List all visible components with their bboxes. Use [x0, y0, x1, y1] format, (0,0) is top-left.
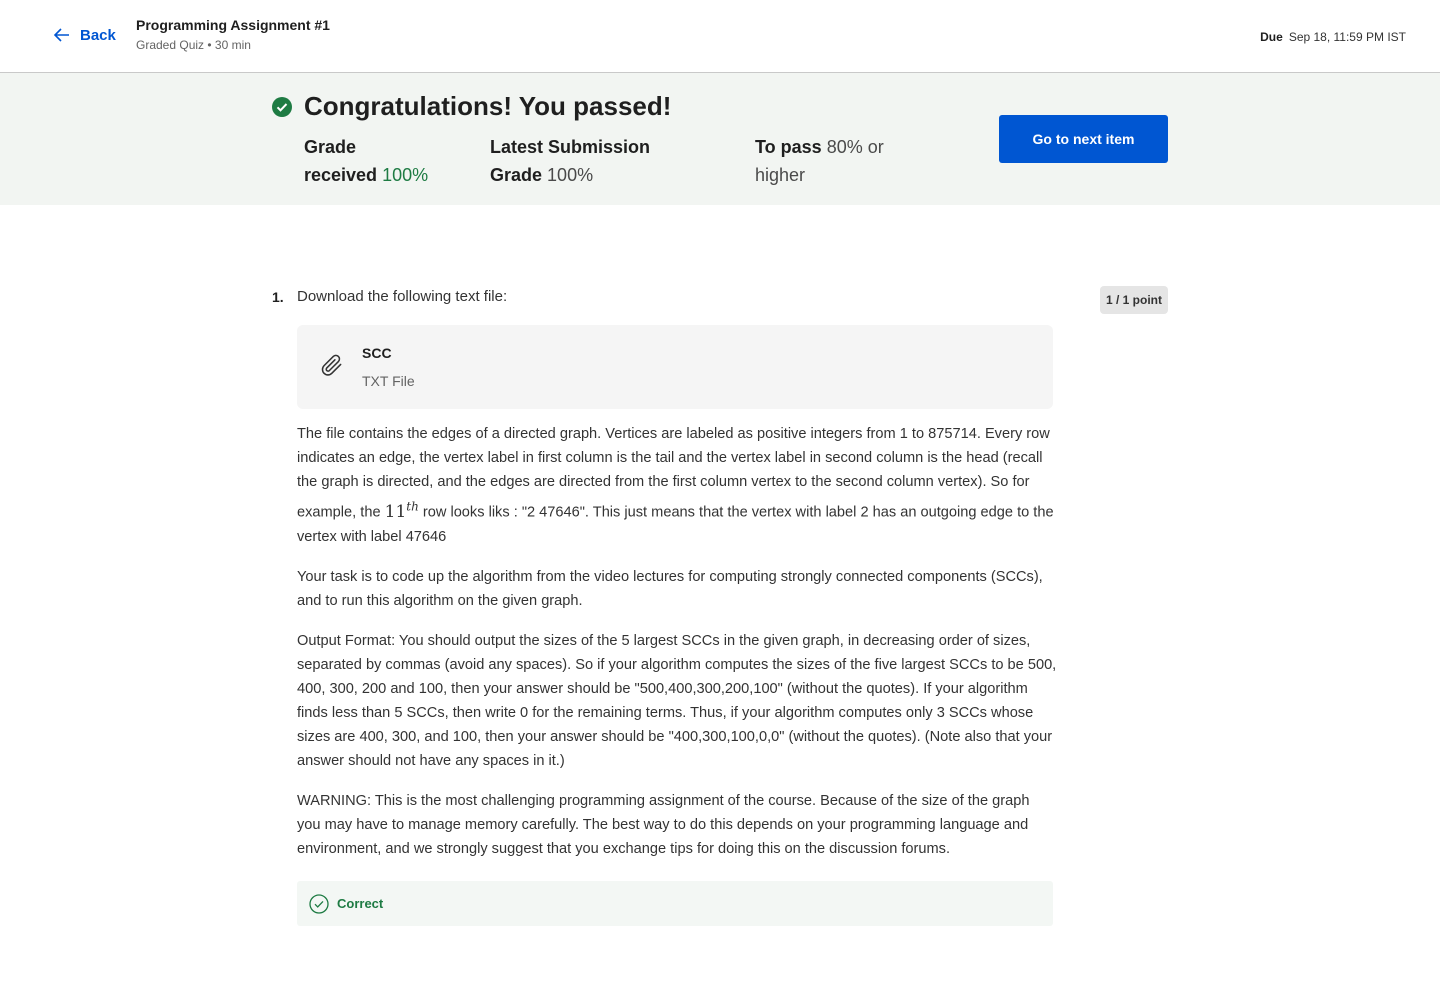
- due-label: Due: [1260, 30, 1283, 44]
- latest-label-1: Latest Submission: [490, 137, 651, 157]
- assignment-subtitle: Graded Quiz • 30 min: [136, 38, 251, 52]
- math-base: 11: [384, 501, 407, 522]
- check-circle-icon: [272, 97, 292, 117]
- grade-value: 100%: [382, 165, 429, 185]
- math-sup: th: [406, 499, 419, 513]
- question-prompt: Download the following text file:: [297, 288, 508, 305]
- feedback-label: Correct: [337, 896, 384, 911]
- question-body: The file contains the edges of a directe…: [297, 422, 1057, 877]
- back-label: Back: [80, 26, 116, 44]
- due-value: Sep 18, 11:59 PM IST: [1288, 30, 1406, 44]
- result-banner: Congratulations! You passed! Grade recei…: [0, 73, 1440, 205]
- latest-label-2: Grade: [490, 165, 543, 185]
- due-date: Due Sep 18, 11:59 PM IST: [1260, 30, 1406, 44]
- paragraph-4: WARNING: This is the most challenging pr…: [297, 792, 1030, 857]
- latest-value: 100%: [547, 165, 594, 185]
- math-11th: 11th: [384, 499, 419, 522]
- feedback-correct: Correct: [297, 881, 1053, 926]
- grade-received: Grade received 100%: [304, 133, 454, 189]
- grade-label-1: Grade: [304, 137, 357, 157]
- paragraph-2: Your task is to code up the algorithm fr…: [297, 568, 1043, 609]
- paragraph-3: Output Format: You should output the siz…: [297, 632, 1057, 769]
- paragraph-1: The file contains the edges of a directe…: [297, 422, 1057, 549]
- go-to-next-item-button[interactable]: Go to next item: [999, 115, 1168, 163]
- top-header: Back Programming Assignment #1 Graded Qu…: [0, 0, 1440, 73]
- file-attachment[interactable]: SCC TXT File: [297, 325, 1053, 409]
- check-circle-outline-icon: [309, 894, 329, 914]
- pass-label: To pass: [755, 137, 822, 157]
- points-badge: 1 / 1 point: [1100, 286, 1168, 314]
- question-number: 1.: [272, 289, 284, 305]
- pass-threshold: To pass 80% or higher: [755, 133, 905, 189]
- back-link[interactable]: Back: [52, 25, 116, 45]
- arrow-left-icon: [53, 28, 69, 42]
- assignment-title-block: Programming Assignment #1 Graded Quiz • …: [136, 17, 330, 52]
- file-name: SCC: [362, 345, 392, 361]
- file-type: TXT File: [362, 373, 415, 389]
- latest-submission-grade: Latest Submission Grade 100%: [490, 133, 690, 189]
- assignment-title: Programming Assignment #1: [136, 17, 330, 33]
- passed-headline: Congratulations! You passed!: [304, 91, 672, 121]
- paperclip-icon: [321, 354, 342, 376]
- grade-label-2: received: [304, 165, 378, 185]
